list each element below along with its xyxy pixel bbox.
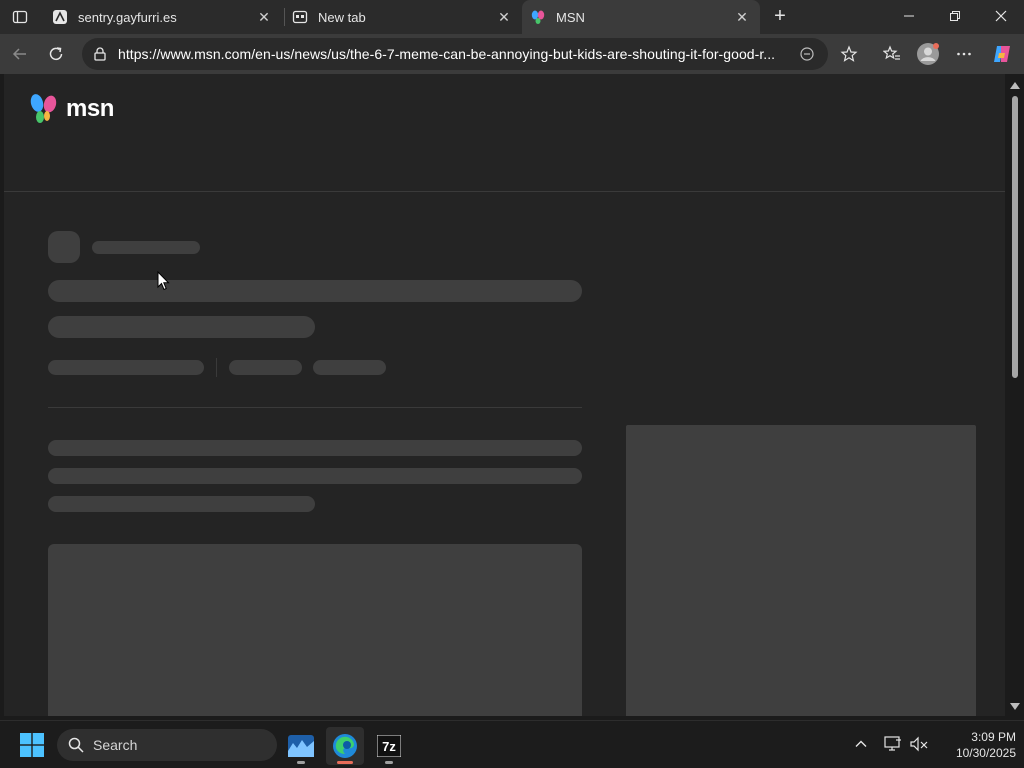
byline-separator bbox=[216, 358, 217, 377]
body-line-placeholder bbox=[48, 440, 582, 456]
read-time-placeholder bbox=[313, 360, 386, 375]
scroll-up-arrow-icon[interactable] bbox=[1010, 82, 1020, 89]
active-indicator bbox=[337, 761, 353, 764]
search-icon bbox=[67, 736, 85, 754]
date-placeholder bbox=[229, 360, 302, 375]
chevron-up-icon bbox=[855, 740, 867, 747]
msn-wordmark: msn bbox=[66, 95, 114, 122]
tab-strip: sentry.gayfurri.es ✕ New tab ✕ MSN ✕ + bbox=[0, 0, 1024, 34]
edge-taskbar-button[interactable] bbox=[326, 727, 364, 765]
read-aloud-button[interactable] bbox=[796, 43, 818, 65]
avatar-icon bbox=[917, 43, 939, 65]
mouse-cursor-icon bbox=[157, 271, 170, 291]
search-placeholder: Search bbox=[93, 737, 138, 753]
tab-label: MSN bbox=[556, 9, 585, 25]
favorite-star-button[interactable] bbox=[835, 40, 863, 68]
tab-label: sentry.gayfurri.es bbox=[78, 9, 177, 25]
back-button[interactable] bbox=[6, 40, 34, 68]
running-indicator bbox=[297, 761, 305, 764]
headline-line-placeholder bbox=[48, 280, 582, 302]
body-line-placeholder bbox=[48, 496, 315, 512]
tab-msn[interactable]: MSN ✕ bbox=[522, 0, 760, 34]
minimize-button[interactable] bbox=[886, 0, 932, 32]
read-view-icon bbox=[800, 47, 814, 61]
taskbar-search[interactable]: Search bbox=[57, 729, 277, 761]
article-image-placeholder bbox=[48, 544, 582, 716]
tab-actions-icon bbox=[12, 10, 28, 24]
restore-icon bbox=[950, 11, 960, 21]
weather-app-icon bbox=[288, 735, 314, 757]
article-divider bbox=[48, 407, 582, 408]
refresh-button[interactable] bbox=[42, 40, 70, 68]
new-tab-button[interactable]: + bbox=[768, 4, 792, 28]
address-url[interactable]: https://www.msn.com/en-us/news/us/the-6-… bbox=[118, 46, 794, 62]
back-arrow-icon bbox=[12, 48, 26, 60]
edge-icon bbox=[333, 734, 357, 758]
headline-line-placeholder bbox=[48, 316, 315, 338]
tab-close-button[interactable]: ✕ bbox=[254, 7, 274, 27]
web-viewport: msn bbox=[0, 74, 1024, 720]
page-scrollbar[interactable] bbox=[1005, 74, 1024, 720]
tab-label: New tab bbox=[318, 9, 366, 25]
address-bar[interactable]: https://www.msn.com/en-us/news/us/the-6-… bbox=[82, 38, 828, 70]
msn-logo[interactable]: msn bbox=[28, 92, 114, 126]
no-network-icon bbox=[910, 736, 928, 752]
tab-actions-button[interactable] bbox=[8, 6, 32, 28]
browser-toolbar: https://www.msn.com/en-us/news/us/the-6-… bbox=[0, 34, 1024, 74]
site-info-icon[interactable] bbox=[92, 46, 108, 62]
windows-taskbar: Search 7z 3:09 PM 10/30/2025 bbox=[0, 720, 1024, 768]
msn-article-page: msn bbox=[4, 74, 1005, 716]
7zip-taskbar-button[interactable]: 7z bbox=[370, 727, 408, 765]
close-icon bbox=[995, 10, 1007, 22]
scroll-thumb[interactable] bbox=[1012, 96, 1018, 378]
sidebar-ad-placeholder bbox=[626, 425, 976, 716]
copilot-icon bbox=[994, 46, 1010, 62]
minimize-icon bbox=[904, 15, 914, 17]
system-clock[interactable]: 3:09 PM 10/30/2025 bbox=[940, 729, 1016, 761]
refresh-icon bbox=[49, 47, 63, 61]
network-volume-button[interactable] bbox=[908, 733, 930, 755]
7zip-icon: 7z bbox=[377, 735, 401, 757]
newtab-icon bbox=[292, 9, 308, 25]
byline-placeholder bbox=[48, 360, 204, 375]
msn-butterfly-icon bbox=[30, 94, 57, 123]
close-window-button[interactable] bbox=[978, 0, 1024, 32]
favorites-icon bbox=[883, 45, 900, 60]
monitor-icon bbox=[884, 736, 901, 751]
publisher-name-placeholder bbox=[92, 241, 200, 254]
body-line-placeholder bbox=[48, 468, 582, 484]
tab-close-button[interactable]: ✕ bbox=[494, 7, 514, 27]
more-icon bbox=[957, 52, 971, 56]
tab-close-button[interactable]: ✕ bbox=[732, 7, 752, 27]
copilot-button[interactable] bbox=[988, 40, 1016, 68]
clock-time: 3:09 PM bbox=[971, 730, 1016, 744]
msn-icon bbox=[530, 9, 546, 25]
start-button[interactable] bbox=[20, 733, 44, 757]
restore-button[interactable] bbox=[932, 0, 978, 32]
profile-button[interactable] bbox=[914, 40, 942, 68]
display-icon-button[interactable] bbox=[882, 733, 904, 755]
header-divider bbox=[4, 191, 1005, 192]
star-icon bbox=[840, 45, 858, 62]
svg-text:7z: 7z bbox=[382, 739, 396, 754]
windows-logo-icon bbox=[20, 733, 44, 757]
clock-date: 10/30/2025 bbox=[955, 746, 1016, 760]
tab-sentry[interactable]: sentry.gayfurri.es ✕ bbox=[44, 0, 282, 34]
running-indicator bbox=[385, 761, 393, 764]
sentry-icon bbox=[52, 9, 68, 25]
show-hidden-icons-button[interactable] bbox=[850, 733, 872, 755]
settings-more-button[interactable] bbox=[950, 40, 978, 68]
publisher-logo-placeholder bbox=[48, 231, 80, 263]
weather-app-button[interactable] bbox=[282, 727, 320, 765]
favorites-button[interactable] bbox=[878, 40, 906, 68]
tab-new-tab[interactable]: New tab ✕ bbox=[284, 0, 522, 34]
scroll-down-arrow-icon[interactable] bbox=[1010, 703, 1020, 710]
